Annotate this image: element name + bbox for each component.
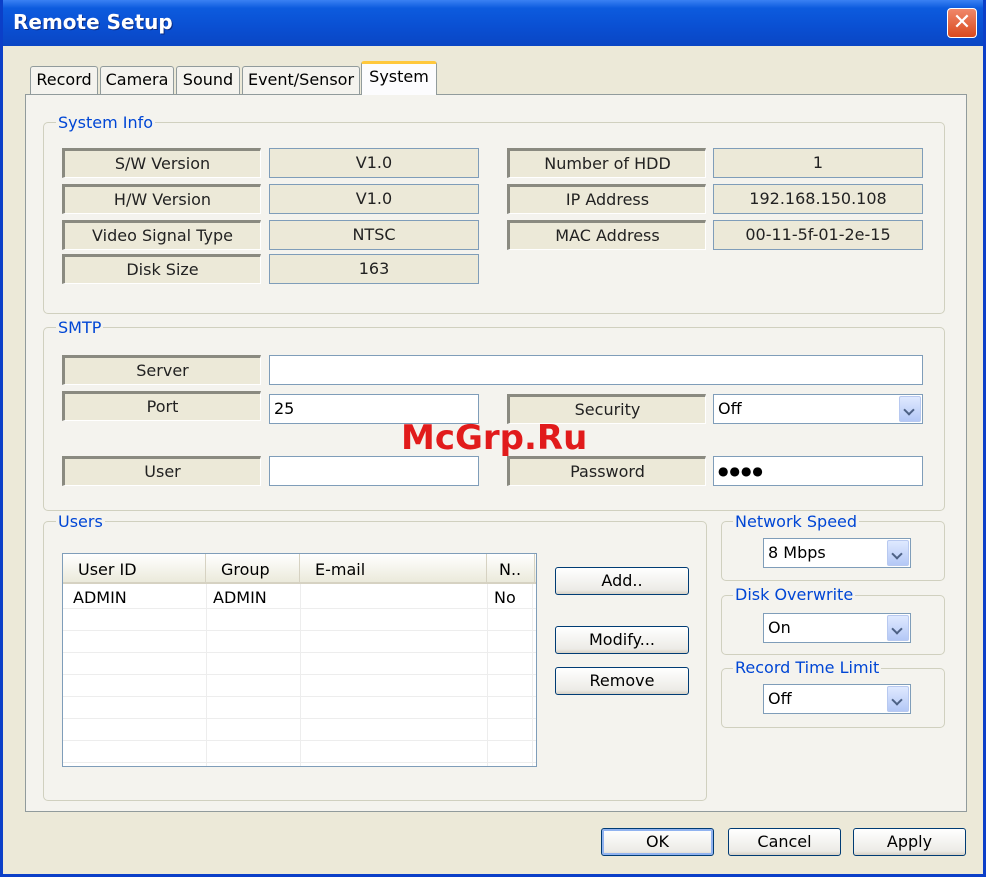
ip-address-label: IP Address bbox=[507, 184, 706, 214]
table-row[interactable]: ADMIN ADMIN No bbox=[63, 587, 536, 609]
disk-overwrite-select[interactable]: On bbox=[763, 613, 911, 643]
table-row bbox=[63, 741, 536, 763]
users-list[interactable]: User ID Group E-mail N.. ADMIN ADMIN No bbox=[62, 553, 537, 767]
disk-overwrite-legend: Disk Overwrite bbox=[733, 585, 856, 604]
column-group[interactable]: Group bbox=[206, 554, 300, 584]
watermark-text: McGrp.Ru bbox=[401, 418, 588, 458]
sw-version-value: V1.0 bbox=[269, 148, 479, 178]
network-speed-select[interactable]: 8 Mbps bbox=[763, 538, 911, 568]
table-row bbox=[63, 653, 536, 675]
network-speed-legend: Network Speed bbox=[733, 512, 860, 531]
user-input[interactable] bbox=[269, 456, 479, 486]
table-row bbox=[63, 675, 536, 697]
table-row bbox=[63, 697, 536, 719]
mac-address-label: MAC Address bbox=[507, 220, 706, 250]
video-signal-label: Video Signal Type bbox=[62, 220, 261, 250]
password-label: Password bbox=[507, 456, 706, 486]
tab-sound[interactable]: Sound bbox=[176, 66, 240, 94]
hdd-count-label: Number of HDD bbox=[507, 148, 706, 178]
disk-size-value: 163 bbox=[269, 254, 479, 284]
record-time-limit-value: Off bbox=[768, 689, 792, 708]
system-info-legend: System Info bbox=[56, 113, 156, 132]
chevron-down-icon[interactable] bbox=[887, 686, 909, 712]
network-speed-value: 8 Mbps bbox=[768, 543, 826, 562]
server-input[interactable] bbox=[269, 355, 923, 385]
users-legend: Users bbox=[56, 512, 105, 531]
hdd-count-value: 1 bbox=[713, 148, 923, 178]
remote-setup-dialog: Remote Setup ✕ Record Camera Sound Event… bbox=[0, 0, 986, 877]
users-list-header: User ID Group E-mail N.. bbox=[63, 554, 536, 584]
server-label: Server bbox=[62, 355, 261, 385]
remove-user-button[interactable]: Remove bbox=[555, 667, 689, 695]
smtp-legend: SMTP bbox=[56, 318, 104, 337]
tab-event-sensor[interactable]: Event/Sensor bbox=[242, 66, 360, 94]
disk-overwrite-value: On bbox=[768, 618, 791, 637]
chevron-down-icon[interactable] bbox=[887, 540, 909, 566]
disk-size-label: Disk Size bbox=[62, 254, 261, 284]
table-row bbox=[63, 609, 536, 631]
table-row bbox=[63, 719, 536, 741]
user-id-cell: ADMIN bbox=[73, 588, 127, 607]
hw-version-label: H/W Version bbox=[62, 184, 261, 214]
group-cell: ADMIN bbox=[213, 588, 267, 607]
user-label: User bbox=[62, 456, 261, 486]
notify-cell: No bbox=[494, 588, 516, 607]
modify-user-button[interactable]: Modify... bbox=[555, 626, 689, 654]
title-bar[interactable]: Remote Setup ✕ bbox=[3, 0, 983, 46]
window-title: Remote Setup bbox=[13, 10, 173, 34]
ip-address-value: 192.168.150.108 bbox=[713, 184, 923, 214]
apply-button[interactable]: Apply bbox=[853, 828, 966, 856]
sw-version-label: S/W Version bbox=[62, 148, 261, 178]
mac-address-value: 00-11-5f-01-2e-15 bbox=[713, 220, 923, 250]
cancel-button[interactable]: Cancel bbox=[728, 828, 841, 856]
security-value: Off bbox=[718, 399, 742, 418]
column-email[interactable]: E-mail bbox=[300, 554, 487, 584]
add-user-button[interactable]: Add.. bbox=[555, 567, 689, 595]
tab-camera[interactable]: Camera bbox=[100, 66, 174, 94]
record-time-limit-legend: Record Time Limit bbox=[733, 658, 882, 677]
password-input[interactable]: ●●●● bbox=[713, 456, 923, 486]
chevron-down-icon[interactable] bbox=[887, 615, 909, 641]
chevron-down-icon[interactable] bbox=[899, 396, 921, 422]
video-signal-value: NTSC bbox=[269, 220, 479, 250]
ok-button[interactable]: OK bbox=[601, 828, 714, 856]
security-select[interactable]: Off bbox=[713, 394, 923, 424]
column-notify[interactable]: N.. bbox=[487, 554, 535, 584]
port-label: Port bbox=[62, 391, 261, 421]
record-time-limit-select[interactable]: Off bbox=[763, 684, 911, 714]
email-cell bbox=[300, 587, 310, 609]
tab-system[interactable]: System bbox=[361, 61, 437, 95]
hw-version-value: V1.0 bbox=[269, 184, 479, 214]
tab-record[interactable]: Record bbox=[30, 66, 98, 94]
column-user-id[interactable]: User ID bbox=[63, 554, 206, 584]
table-row bbox=[63, 631, 536, 653]
close-icon[interactable]: ✕ bbox=[947, 8, 977, 38]
